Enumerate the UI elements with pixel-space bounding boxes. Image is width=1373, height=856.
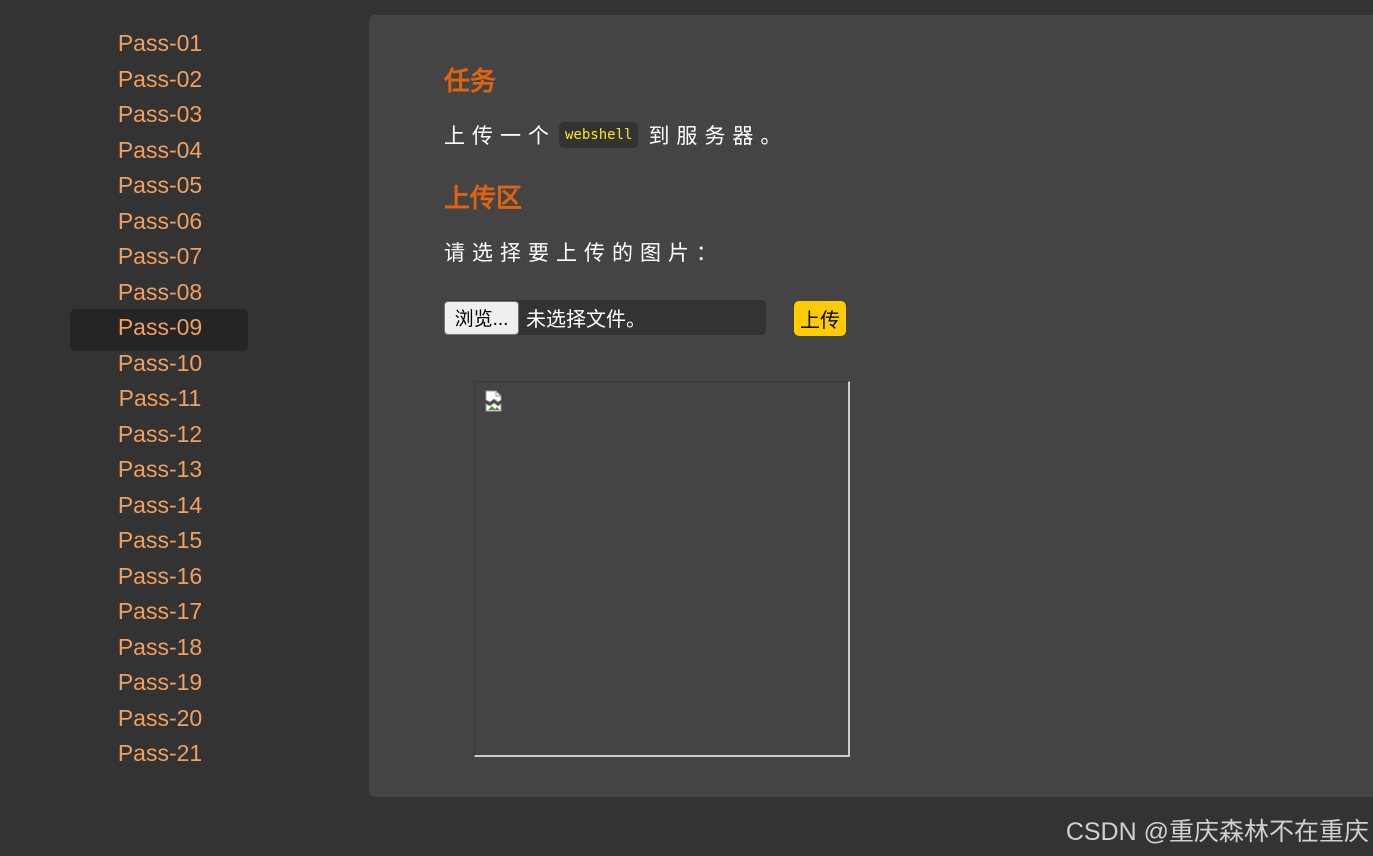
sidebar-item-label: Pass-02 bbox=[117, 65, 203, 92]
watermark: CSDN @重庆森林不在重庆 bbox=[1065, 818, 1369, 846]
sidebar-item-pass-01[interactable]: Pass-01 bbox=[0, 26, 320, 62]
upload-prompt: 请选择要上传的图片： bbox=[444, 242, 724, 265]
sidebar-item-label: Pass-17 bbox=[117, 598, 203, 624]
broken-image-icon bbox=[485, 390, 502, 412]
browse-button[interactable]: 浏览... bbox=[444, 300, 519, 335]
sidebar-item-pass-18[interactable]: Pass-18 bbox=[0, 630, 320, 666]
task-description-after: 到服务器。 bbox=[648, 125, 789, 148]
sidebar-item-pass-17[interactable]: Pass-17 bbox=[0, 594, 320, 630]
sidebar-item-pass-13[interactable]: Pass-13 bbox=[0, 452, 320, 488]
sidebar-item-pass-02[interactable]: Pass-02 bbox=[0, 62, 320, 98]
image-preview bbox=[474, 381, 850, 757]
sidebar-item-pass-08[interactable]: Pass-08 bbox=[0, 275, 320, 311]
sidebar-item-link[interactable]: Pass-21 bbox=[118, 736, 202, 772]
sidebar-item-pass-15[interactable]: Pass-15 bbox=[0, 523, 320, 559]
sidebar-item-label: Pass-15 bbox=[117, 527, 203, 553]
sidebar-item-label: Pass-04 bbox=[117, 136, 203, 163]
sidebar-item-pass-04[interactable]: Pass-04 bbox=[0, 133, 320, 169]
sidebar-item-link[interactable]: Pass-15 bbox=[118, 523, 202, 559]
sidebar-item-pass-11[interactable]: Pass-11 bbox=[0, 381, 320, 417]
task-heading: 任务 bbox=[444, 66, 497, 96]
sidebar-item-link[interactable]: Pass-01 bbox=[118, 26, 202, 62]
sidebar-item-label: Pass-19 bbox=[117, 669, 203, 695]
sidebar-item-label: Pass-03 bbox=[117, 101, 203, 127]
sidebar-item-pass-12[interactable]: Pass-12 bbox=[0, 417, 320, 453]
sidebar-item-pass-03[interactable]: Pass-03 bbox=[0, 97, 320, 133]
sidebar-item-label: Pass-13 bbox=[117, 456, 203, 482]
upload-heading: 上传区 bbox=[444, 183, 523, 213]
sidebar-item-pass-10[interactable]: Pass-10 bbox=[0, 346, 320, 382]
task-description-before: 上传一个 bbox=[444, 125, 556, 148]
sidebar-item-link[interactable]: Pass-03 bbox=[118, 97, 202, 133]
sidebar-item-pass-05[interactable]: Pass-05 bbox=[0, 168, 320, 204]
webshell-code: webshell bbox=[559, 122, 639, 148]
sidebar-item-label: Pass-16 bbox=[117, 562, 203, 589]
sidebar-item-link[interactable]: Pass-11 bbox=[119, 381, 202, 417]
sidebar-item-label: Pass-07 bbox=[117, 243, 203, 269]
sidebar-item-link[interactable]: Pass-08 bbox=[118, 275, 202, 311]
sidebar-item-pass-21[interactable]: Pass-21 bbox=[0, 736, 320, 772]
sidebar-item-link[interactable]: Pass-10 bbox=[118, 346, 202, 382]
sidebar-item-label: Pass-20 bbox=[117, 704, 203, 731]
sidebar-item-link[interactable]: Pass-04 bbox=[118, 133, 202, 169]
sidebar-item-label: Pass-06 bbox=[117, 207, 203, 234]
sidebar-item-pass-07[interactable]: Pass-07 bbox=[0, 239, 320, 275]
sidebar-item-label: Pass-10 bbox=[117, 349, 203, 376]
sidebar-item-pass-20[interactable]: Pass-20 bbox=[0, 701, 320, 737]
sidebar-item-link[interactable]: Pass-13 bbox=[118, 452, 202, 488]
sidebar-item-link[interactable]: Pass-14 bbox=[118, 488, 202, 524]
sidebar-item-label: Pass-09 bbox=[117, 314, 203, 340]
sidebar-item-link[interactable]: Pass-06 bbox=[118, 204, 202, 240]
sidebar-item-pass-19[interactable]: Pass-19 bbox=[0, 665, 320, 701]
sidebar-item-label: Pass-12 bbox=[117, 420, 203, 447]
sidebar-item-pass-09[interactable]: Pass-09 bbox=[0, 309, 320, 351]
sidebar-item-label: Pass-08 bbox=[117, 278, 203, 305]
sidebar-item-link[interactable]: Pass-09 bbox=[118, 310, 202, 346]
sidebar-item-link[interactable]: Pass-05 bbox=[118, 168, 202, 204]
sidebar-item-label: Pass-18 bbox=[117, 633, 203, 660]
upload-button[interactable]: 上传 bbox=[794, 301, 846, 336]
sidebar-item-pass-16[interactable]: Pass-16 bbox=[0, 559, 320, 595]
sidebar-item-link[interactable]: Pass-02 bbox=[118, 62, 202, 98]
file-status: 未选择文件。 bbox=[526, 309, 646, 331]
sidebar-item-label: Pass-05 bbox=[117, 172, 203, 198]
sidebar: Pass-01 Pass-02 Pass-03 Pass-04 Pass-05 Pass-… bbox=[0, 26, 320, 772]
level-menu: Pass-01 Pass-02 Pass-03 Pass-04 Pass-05 Pass-… bbox=[0, 26, 320, 772]
sidebar-item-link[interactable]: Pass-20 bbox=[118, 701, 202, 737]
sidebar-item-pass-06[interactable]: Pass-06 bbox=[0, 204, 320, 240]
sidebar-item-link[interactable]: Pass-12 bbox=[118, 417, 202, 453]
task-description: 上传一个 webshell 到服务器。 bbox=[444, 120, 788, 150]
sidebar-item-link[interactable]: Pass-19 bbox=[118, 665, 202, 701]
main-panel: 任务 上传一个 webshell 到服务器。 上传区 请选择要上传的图片： 浏览… bbox=[369, 15, 1373, 797]
sidebar-item-label: Pass-11 bbox=[118, 385, 202, 411]
sidebar-item-link[interactable]: Pass-07 bbox=[118, 239, 202, 275]
file-input[interactable]: 浏览... 未选择文件。 bbox=[444, 300, 766, 335]
sidebar-item-link[interactable]: Pass-18 bbox=[118, 630, 202, 666]
sidebar-item-link[interactable]: Pass-17 bbox=[118, 594, 202, 630]
sidebar-item-pass-14[interactable]: Pass-14 bbox=[0, 488, 320, 524]
sidebar-item-label: Pass-01 bbox=[117, 30, 203, 56]
sidebar-item-label: Pass-21 bbox=[117, 740, 203, 766]
sidebar-item-label: Pass-14 bbox=[117, 491, 203, 518]
sidebar-item-link[interactable]: Pass-16 bbox=[118, 559, 202, 595]
